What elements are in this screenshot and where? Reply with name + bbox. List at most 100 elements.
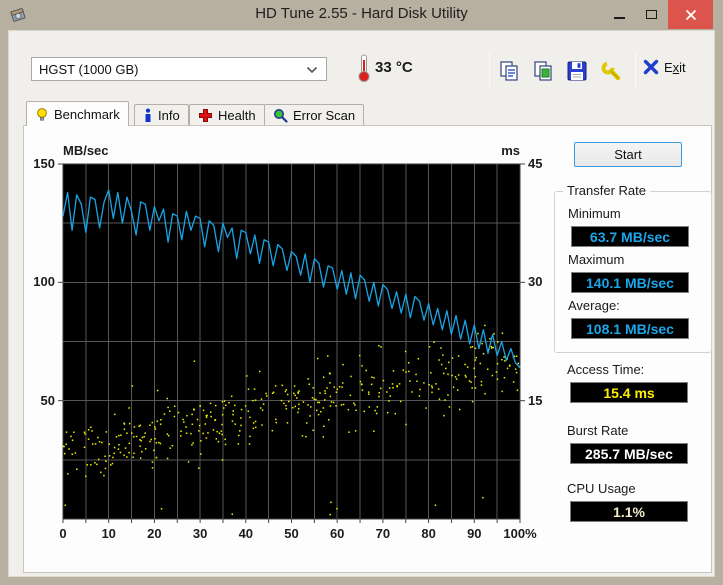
title-bar[interactable]: HD Tune 2.55 - Hard Disk Utility bbox=[0, 0, 723, 30]
average-label: Average: bbox=[568, 298, 620, 313]
tab-error-scan[interactable]: Error Scan bbox=[264, 104, 365, 126]
copy-text-button[interactable] bbox=[495, 57, 523, 85]
access-time-dot bbox=[138, 425, 140, 428]
access-time-dot bbox=[355, 409, 357, 412]
access-time-dot bbox=[200, 453, 202, 455]
access-time-dot bbox=[209, 402, 212, 405]
left-axis-tick-label: 100 bbox=[33, 274, 55, 290]
access-time-dot bbox=[484, 324, 486, 327]
access-time-dot bbox=[113, 452, 115, 455]
access-time-dot bbox=[87, 438, 90, 440]
access-time-dot bbox=[409, 380, 411, 382]
access-time-dot bbox=[317, 413, 320, 416]
access-time-dot bbox=[286, 422, 289, 424]
x-axis-tick-label: 40 bbox=[238, 526, 254, 541]
tab-benchmark[interactable]: Benchmark bbox=[26, 101, 129, 126]
access-time-dot bbox=[180, 435, 182, 437]
access-time-dot bbox=[435, 383, 437, 385]
exit-x-icon bbox=[643, 59, 659, 75]
right-axis-tick-label: 15 bbox=[528, 392, 543, 408]
right-axis-title: ms bbox=[501, 143, 520, 158]
access-time-dot bbox=[64, 452, 66, 455]
access-time-dot bbox=[496, 378, 499, 380]
access-time-dot bbox=[249, 435, 251, 438]
access-time-dot bbox=[312, 386, 314, 389]
access-time-dot bbox=[492, 346, 494, 349]
drive-select-dropdown[interactable]: HGST (1000 GB) bbox=[31, 57, 327, 81]
access-time-dot bbox=[244, 405, 247, 407]
access-time-dot bbox=[249, 416, 251, 419]
access-time-dot bbox=[415, 373, 417, 376]
access-time-dot bbox=[329, 382, 331, 384]
access-time-dot bbox=[254, 399, 257, 401]
access-time-dot bbox=[368, 406, 371, 408]
access-time-dot bbox=[388, 400, 390, 402]
access-time-dot bbox=[404, 350, 407, 353]
access-time-dot bbox=[169, 447, 171, 449]
access-time-dot bbox=[186, 414, 188, 417]
access-time-dot bbox=[335, 405, 337, 407]
access-time-dot bbox=[166, 457, 169, 460]
access-time-dot bbox=[207, 432, 209, 434]
access-time-dot bbox=[220, 430, 223, 432]
access-time-dot bbox=[230, 395, 233, 398]
transfer-rate-group-label: Transfer Rate bbox=[563, 183, 650, 198]
access-time-dot bbox=[156, 389, 159, 392]
access-time-dot bbox=[311, 396, 314, 399]
access-time-dot bbox=[341, 386, 343, 388]
access-time-dot bbox=[466, 366, 469, 368]
access-time-dot bbox=[233, 404, 236, 407]
magnifier-icon bbox=[274, 109, 288, 123]
save-button[interactable] bbox=[563, 57, 591, 85]
access-time-dot bbox=[259, 407, 262, 409]
access-time-dot bbox=[166, 433, 169, 435]
x-axis-tick-label: 90 bbox=[467, 526, 482, 541]
copy-text-icon bbox=[500, 61, 518, 81]
access-time-dot bbox=[496, 362, 499, 365]
tab-info[interactable]: Info bbox=[134, 104, 189, 126]
access-time-dot bbox=[225, 404, 227, 407]
access-time-dot bbox=[407, 362, 410, 364]
access-time-dot bbox=[86, 464, 89, 466]
access-time-dot bbox=[286, 393, 289, 396]
access-time-dot bbox=[285, 389, 288, 391]
access-time-dot bbox=[329, 373, 331, 375]
access-time-dot bbox=[411, 391, 413, 393]
access-time-dot bbox=[180, 430, 182, 432]
info-icon bbox=[145, 108, 151, 122]
access-time-dot bbox=[294, 394, 296, 397]
start-button[interactable]: Start bbox=[574, 142, 682, 167]
access-time-dot bbox=[271, 429, 274, 432]
access-time-dot bbox=[348, 431, 350, 433]
tab-health[interactable]: Health bbox=[189, 104, 265, 126]
access-time-dot bbox=[361, 383, 363, 386]
access-time-dot bbox=[342, 403, 345, 406]
access-time-dot bbox=[330, 501, 332, 504]
maximize-button[interactable] bbox=[636, 0, 666, 29]
maximum-label: Maximum bbox=[568, 252, 625, 267]
access-time-dot bbox=[112, 456, 114, 459]
access-time-dot bbox=[153, 449, 155, 452]
access-time-dot bbox=[440, 347, 442, 349]
access-time-dot bbox=[64, 504, 67, 507]
access-time-dot bbox=[428, 384, 430, 386]
access-time-dot bbox=[160, 508, 163, 510]
minimize-button[interactable] bbox=[604, 0, 634, 29]
copy-image-button[interactable] bbox=[529, 57, 557, 85]
close-button[interactable] bbox=[668, 0, 713, 29]
access-time-dot bbox=[285, 407, 288, 410]
access-time-dot bbox=[430, 372, 432, 374]
access-time-dot bbox=[416, 380, 418, 383]
access-time-dot bbox=[504, 360, 506, 362]
access-time-dot bbox=[166, 397, 169, 400]
access-time-dot bbox=[433, 341, 435, 343]
exit-button[interactable]: Exit bbox=[643, 59, 686, 75]
access-time-dot bbox=[98, 440, 101, 443]
access-time-dot bbox=[456, 389, 459, 391]
options-button[interactable] bbox=[597, 57, 625, 85]
access-time-dot bbox=[151, 421, 154, 424]
tab-benchmark-label: Benchmark bbox=[54, 106, 120, 122]
access-time-dot bbox=[218, 432, 221, 434]
access-time-dot bbox=[516, 389, 519, 391]
cpu-usage-label: CPU Usage bbox=[567, 481, 636, 496]
